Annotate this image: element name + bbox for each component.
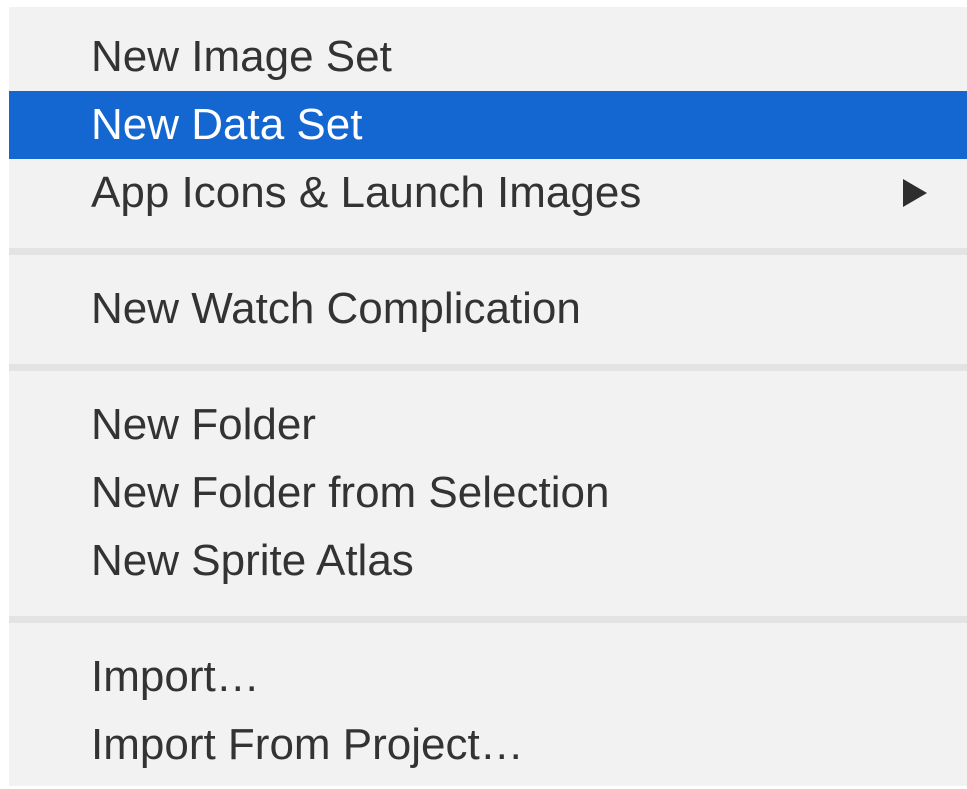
menu-item-new-image-set[interactable]: New Image Set <box>9 23 967 91</box>
menu-item-new-folder[interactable]: New Folder <box>9 391 967 459</box>
menu-separator <box>9 248 967 255</box>
submenu-arrow-icon <box>903 179 927 207</box>
menu-item-label: New Image Set <box>91 32 392 81</box>
menu-item-import[interactable]: Import… <box>9 643 967 711</box>
menu-item-new-watch-complication[interactable]: New Watch Complication <box>9 275 967 343</box>
menu-item-label: Import From Project… <box>91 720 524 769</box>
menu-item-label: New Watch Complication <box>91 284 581 333</box>
menu-item-label: New Data Set <box>91 100 363 149</box>
menu-item-new-folder-from-selection[interactable]: New Folder from Selection <box>9 459 967 527</box>
menu-item-label: New Sprite Atlas <box>91 536 414 585</box>
context-menu: New Image Set New Data Set App Icons & L… <box>9 7 967 786</box>
menu-item-app-icons-launch-images[interactable]: App Icons & Launch Images <box>9 159 967 227</box>
menu-item-new-data-set[interactable]: New Data Set <box>9 91 967 159</box>
menu-separator <box>9 616 967 623</box>
menu-item-label: New Folder from Selection <box>91 468 610 517</box>
menu-item-label: Import… <box>91 652 260 701</box>
menu-item-new-sprite-atlas[interactable]: New Sprite Atlas <box>9 527 967 595</box>
menu-separator <box>9 364 967 371</box>
menu-item-label: App Icons & Launch Images <box>91 168 642 217</box>
menu-item-label: New Folder <box>91 400 316 449</box>
menu-item-import-from-project[interactable]: Import From Project… <box>9 711 967 779</box>
